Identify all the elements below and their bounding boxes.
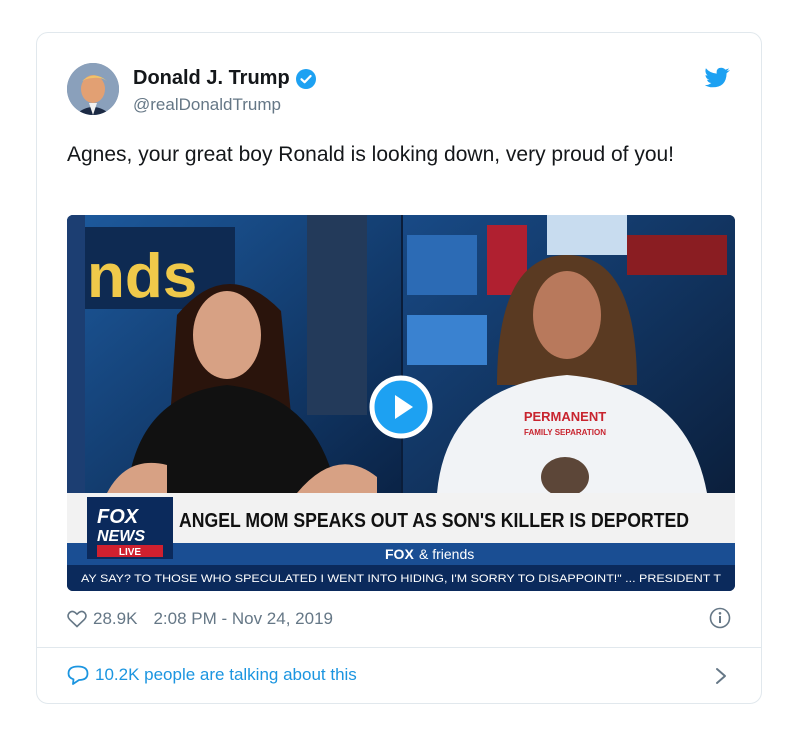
ticker: AY SAY? TO THOSE WHO SPECULATED I WENT I… [81, 573, 721, 585]
talking-count: 10.2K people are talking about this [95, 665, 357, 684]
info-icon[interactable] [709, 607, 731, 629]
tweet-card[interactable]: Donald J. Trump @realDonaldTrump Agnes, … [36, 32, 762, 704]
author-name[interactable]: Donald J. Trump [133, 67, 316, 90]
chevron-right-icon[interactable] [715, 667, 727, 685]
heart-icon[interactable] [67, 610, 87, 628]
fox-logo-line2: NEWS [97, 528, 145, 545]
tweet-meta: 28.9K 2:08 PM - Nov 24, 2019 [67, 609, 333, 629]
author-name-text: Donald J. Trump [133, 67, 290, 89]
avatar-portrait [67, 63, 119, 115]
shirt-text-line2: FAMILY SEPARATION [524, 428, 606, 437]
twitter-bird-icon[interactable] [705, 67, 731, 89]
avatar[interactable] [67, 63, 119, 115]
shirt-text-line1: PERMANENT [524, 409, 606, 424]
speech-bubble-icon [67, 665, 89, 685]
verified-badge-icon [295, 68, 316, 89]
tweet-text: Agnes, your great boy Ronald is looking … [67, 143, 675, 166]
like-count[interactable]: 28.9K [93, 609, 137, 629]
fox-live-badge: LIVE [119, 547, 142, 558]
timestamp[interactable]: 2:08 PM - Nov 24, 2019 [153, 609, 333, 629]
divider [37, 647, 761, 648]
conversation-link[interactable]: 10.2K people are talking about this [67, 665, 357, 685]
show-name: & friends [419, 546, 474, 562]
headline: ANGEL MOM SPEAKS OUT AS SON'S KILLER IS … [179, 510, 689, 532]
play-icon[interactable] [369, 375, 433, 439]
studio-sign: nds [87, 242, 197, 311]
author-handle[interactable]: @realDonaldTrump [133, 95, 281, 115]
video-player[interactable]: nds PERMANENT FAMILY SEPARATION FOX NEWS… [67, 215, 735, 591]
fox-logo-line1: FOX [97, 506, 140, 528]
show-brand: FOX [385, 546, 414, 562]
